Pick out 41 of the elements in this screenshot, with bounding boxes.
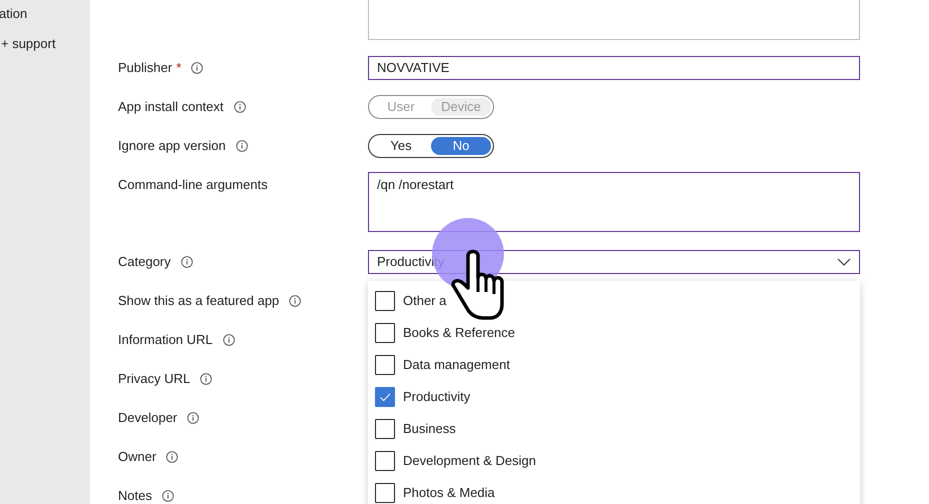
field-label: Developer (118, 410, 178, 425)
toggle-switch[interactable]: Yes No (368, 134, 494, 158)
field-label: Owner (118, 449, 156, 464)
publisher-field[interactable]: NOVVATIVE (368, 56, 860, 80)
checkbox[interactable] (375, 386, 395, 406)
field-label: Information URL (118, 332, 213, 347)
field-label: Privacy URL (118, 371, 190, 386)
checkbox[interactable] (375, 418, 395, 438)
arguments-field[interactable]: /qn /norestart (368, 172, 860, 232)
checkbox[interactable] (375, 290, 395, 310)
info-icon[interactable] (180, 256, 193, 268)
option-label[interactable]: Books & Reference (403, 325, 516, 340)
option-label[interactable]: Development & Design (403, 453, 536, 468)
checkbox[interactable] (375, 450, 395, 470)
option-label[interactable]: Business (403, 421, 456, 436)
info-icon[interactable] (162, 490, 174, 502)
field-label: Ignore app version (118, 138, 226, 153)
option-label[interactable]: Photos & Media (403, 485, 495, 500)
field-label: Notes (118, 488, 152, 503)
checkbox[interactable] (375, 322, 395, 342)
field-label: Show this as a featured app (118, 293, 280, 308)
option-label[interactable]: Other a (403, 293, 446, 308)
checkbox[interactable] (375, 482, 395, 502)
option-label[interactable]: Data management (403, 357, 510, 372)
info-icon[interactable] (191, 62, 204, 74)
checkbox[interactable] (375, 354, 395, 374)
info-icon[interactable] (289, 294, 302, 306)
field-label: Command-line arguments (118, 177, 268, 192)
info-icon[interactable] (166, 450, 178, 462)
field-label: App install context (118, 99, 224, 114)
toggle-option[interactable]: No (431, 136, 491, 154)
field-label: Category (118, 254, 171, 269)
info-icon[interactable] (200, 372, 212, 384)
sidebar-item[interactable]: + support (1, 36, 56, 51)
info-icon[interactable] (187, 412, 200, 424)
required-asterisk: * (176, 60, 182, 75)
field-label: Publisher (118, 60, 172, 75)
info-icon[interactable] (236, 140, 248, 152)
toggle-option[interactable]: Yes (371, 136, 431, 154)
info-icon[interactable] (222, 334, 235, 346)
option-label[interactable]: Productivity (403, 389, 470, 404)
